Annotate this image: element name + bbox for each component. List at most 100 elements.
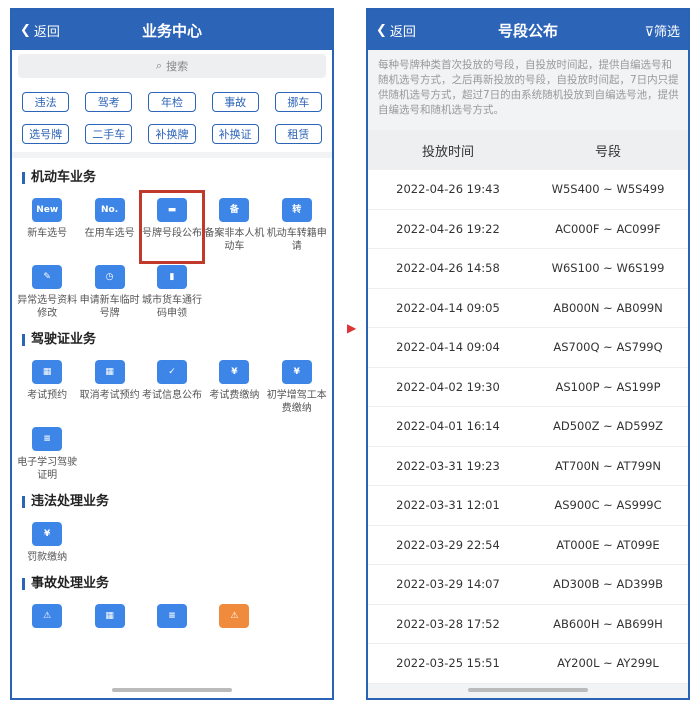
service-label: 电子学习驾驶证明	[17, 457, 78, 481]
release-time: 2022-03-28 17:52	[396, 616, 500, 631]
chevron-left-icon: ❮	[376, 23, 387, 38]
table-row: 2022-03-31 12:01 AS900C ~ AS999C	[368, 486, 688, 526]
plate-segment: AD300B ~ AD399B	[552, 577, 664, 592]
service-item[interactable]: ¥ 初学增驾工本费缴纳	[266, 360, 328, 415]
service-grid: New 新车选号 No. 在用车选号 ▬ 号牌号段公布备备案非本人机动车转机动车转籍申请 ✎…	[16, 190, 328, 320]
exam-notice-icon: ✓	[156, 360, 187, 384]
tag-button[interactable]: 补换牌	[148, 124, 196, 144]
header: ❮ 返回 业务中心	[12, 10, 332, 50]
back-label: 返回	[33, 25, 60, 40]
back-button[interactable]: ❮ 返回	[20, 21, 60, 40]
section-title: 机动车业务	[22, 171, 328, 184]
service-sections: 机动车业务 New 新车选号 No. 在用车选号 ▬ 号牌号段公布备备案非本人机动车转机动车…	[12, 158, 332, 698]
service-label: 备案非本人机动车	[204, 228, 265, 252]
service-item[interactable]: ▦ 取消考试预约	[78, 360, 140, 415]
service-grid: ¥ 罚款缴纳	[16, 522, 328, 564]
service-item[interactable]: ▦	[78, 604, 140, 633]
tag-button[interactable]: 挪车	[274, 92, 322, 112]
tag-button[interactable]: 年检	[148, 92, 196, 112]
chevron-left-icon: ❮	[20, 23, 31, 38]
accident-calendar-icon: ▦	[94, 604, 125, 628]
search-input[interactable]: ⌕ 搜索	[18, 54, 326, 78]
section-title: 驾驶证业务	[22, 333, 328, 346]
release-time: 2022-04-01 16:14	[396, 419, 500, 434]
service-item[interactable]: ▬ 号牌号段公布	[138, 190, 205, 264]
service-item[interactable]: ≡	[141, 604, 203, 633]
table-row: 2022-04-14 09:04 AS700Q ~ AS799Q	[368, 328, 688, 368]
release-time: 2022-03-31 12:01	[396, 498, 500, 513]
plate-segment: AB600H ~ AB699H	[553, 616, 663, 631]
service-item[interactable]: ⚠	[203, 604, 265, 633]
search-placeholder: 搜索	[166, 60, 189, 73]
service-item[interactable]: New 新车选号	[16, 198, 78, 253]
new-plate-icon: New	[32, 198, 63, 222]
service-label: 申请新车临时号牌	[79, 295, 140, 319]
highlight-box	[138, 190, 205, 264]
accident-icon: ⚠	[32, 604, 63, 628]
release-time: 2022-04-26 19:22	[396, 221, 500, 236]
service-label: 罚款缴纳	[27, 552, 68, 563]
filter-button[interactable]: ⊽筛选	[644, 21, 680, 40]
column-segment: 号段	[594, 144, 621, 160]
release-time: 2022-03-29 14:07	[396, 577, 500, 592]
service-item[interactable]: ¥ 考试费缴纳	[203, 360, 265, 415]
service-item[interactable]: ⚠	[16, 604, 78, 633]
filter-label: 筛选	[653, 25, 680, 40]
shield-icon: 备	[219, 198, 250, 222]
table-row: 2022-03-28 17:52 AB600H ~ AB699H	[368, 604, 688, 644]
service-item[interactable]: ✓ 考试信息公布	[141, 360, 203, 415]
release-time: 2022-03-29 22:54	[396, 537, 500, 552]
back-button[interactable]: ❮ 返回	[376, 21, 416, 40]
arrow-right-icon: ▶	[347, 321, 357, 335]
service-item[interactable]: 备备案非本人机动车	[203, 198, 265, 253]
release-time: 2022-04-26 14:58	[396, 261, 500, 276]
service-item[interactable]: ✎ 异常选号资料修改	[16, 265, 78, 320]
plate-segment: AS900C ~ AS999C	[554, 498, 662, 513]
tag-button[interactable]: 二手车	[85, 124, 133, 144]
table-row: 2022-03-29 22:54 AT000E ~ AT099E	[368, 525, 688, 565]
funnel-icon: ⊽	[644, 25, 654, 40]
service-item[interactable]: ¥ 罚款缴纳	[16, 522, 78, 564]
tag-button[interactable]: 选号牌	[22, 124, 70, 144]
service-item[interactable]: ◷ 申请新车临时号牌	[78, 265, 140, 320]
fine-icon: ¥	[32, 522, 63, 546]
service-item[interactable]: 转机动车转籍申请	[266, 198, 328, 253]
service-grid: ⚠ ▦ ≡ ⚠	[16, 604, 328, 633]
section-title: 事故处理业务	[22, 577, 328, 590]
no-plate-icon: No.	[94, 198, 125, 222]
table-row: 2022-03-29 14:07 AD300B ~ AD399B	[368, 565, 688, 605]
back-label: 返回	[389, 25, 416, 40]
table-row: 2022-04-14 09:05 AB000N ~ AB099N	[368, 288, 688, 328]
tag-button[interactable]: 事故	[211, 92, 259, 112]
release-time: 2022-03-31 19:23	[396, 458, 500, 473]
fee-icon: ¥	[219, 360, 250, 384]
plate-segment: AT700N ~ AT799N	[554, 458, 662, 473]
table-row: 2022-04-26 19:43 W5S400 ~ W5S499	[368, 170, 688, 210]
tag-button[interactable]: 违法	[22, 92, 70, 112]
fee-card-icon: ¥	[281, 360, 312, 384]
plate-segment: AS100P ~ AS199P	[555, 379, 661, 394]
table-row: 2022-04-02 19:30 AS100P ~ AS199P	[368, 367, 688, 407]
service-label: 取消考试预约	[79, 390, 140, 401]
service-item[interactable]: ▮ 城市货车通行码申领	[141, 265, 203, 320]
tag-button[interactable]: 驾考	[85, 92, 133, 112]
release-time: 2022-04-26 19:43	[396, 182, 500, 197]
service-label: 机动车转籍申请	[266, 228, 327, 252]
description: 每种号牌种类首次投放的号段，自投放时间起，提供自编选号和随机选号方式，之后再新投…	[368, 50, 688, 130]
truck-icon: ▮	[156, 265, 187, 289]
table-row: 2022-04-26 14:58 W6S100 ~ W6S199	[368, 249, 688, 289]
service-item[interactable]: ≡ 电子学习驾驶证明	[16, 427, 78, 482]
plate-segment: AB000N ~ AB099N	[553, 300, 663, 315]
service-item[interactable]: No. 在用车选号	[78, 198, 140, 253]
plate-segment: AC000F ~ AC099F	[555, 221, 661, 236]
tag-button[interactable]: 租赁	[274, 124, 322, 144]
plate-segment: AY200L ~ AY299L	[557, 656, 659, 671]
release-time: 2022-03-25 15:51	[396, 656, 500, 671]
table-row: 2022-03-31 19:23 AT700N ~ AT799N	[368, 446, 688, 486]
section-title: 违法处理业务	[22, 495, 328, 508]
service-item[interactable]: ▦ 考试预约	[16, 360, 78, 415]
tag-button[interactable]: 补换证	[211, 124, 259, 144]
clock-plate-icon: ◷	[94, 265, 125, 289]
quick-tags: 违法 驾考 年检 事故 挪车选号牌 二手车 补换牌 补换证 租赁	[18, 78, 326, 144]
service-label: 异常选号资料修改	[17, 295, 78, 319]
